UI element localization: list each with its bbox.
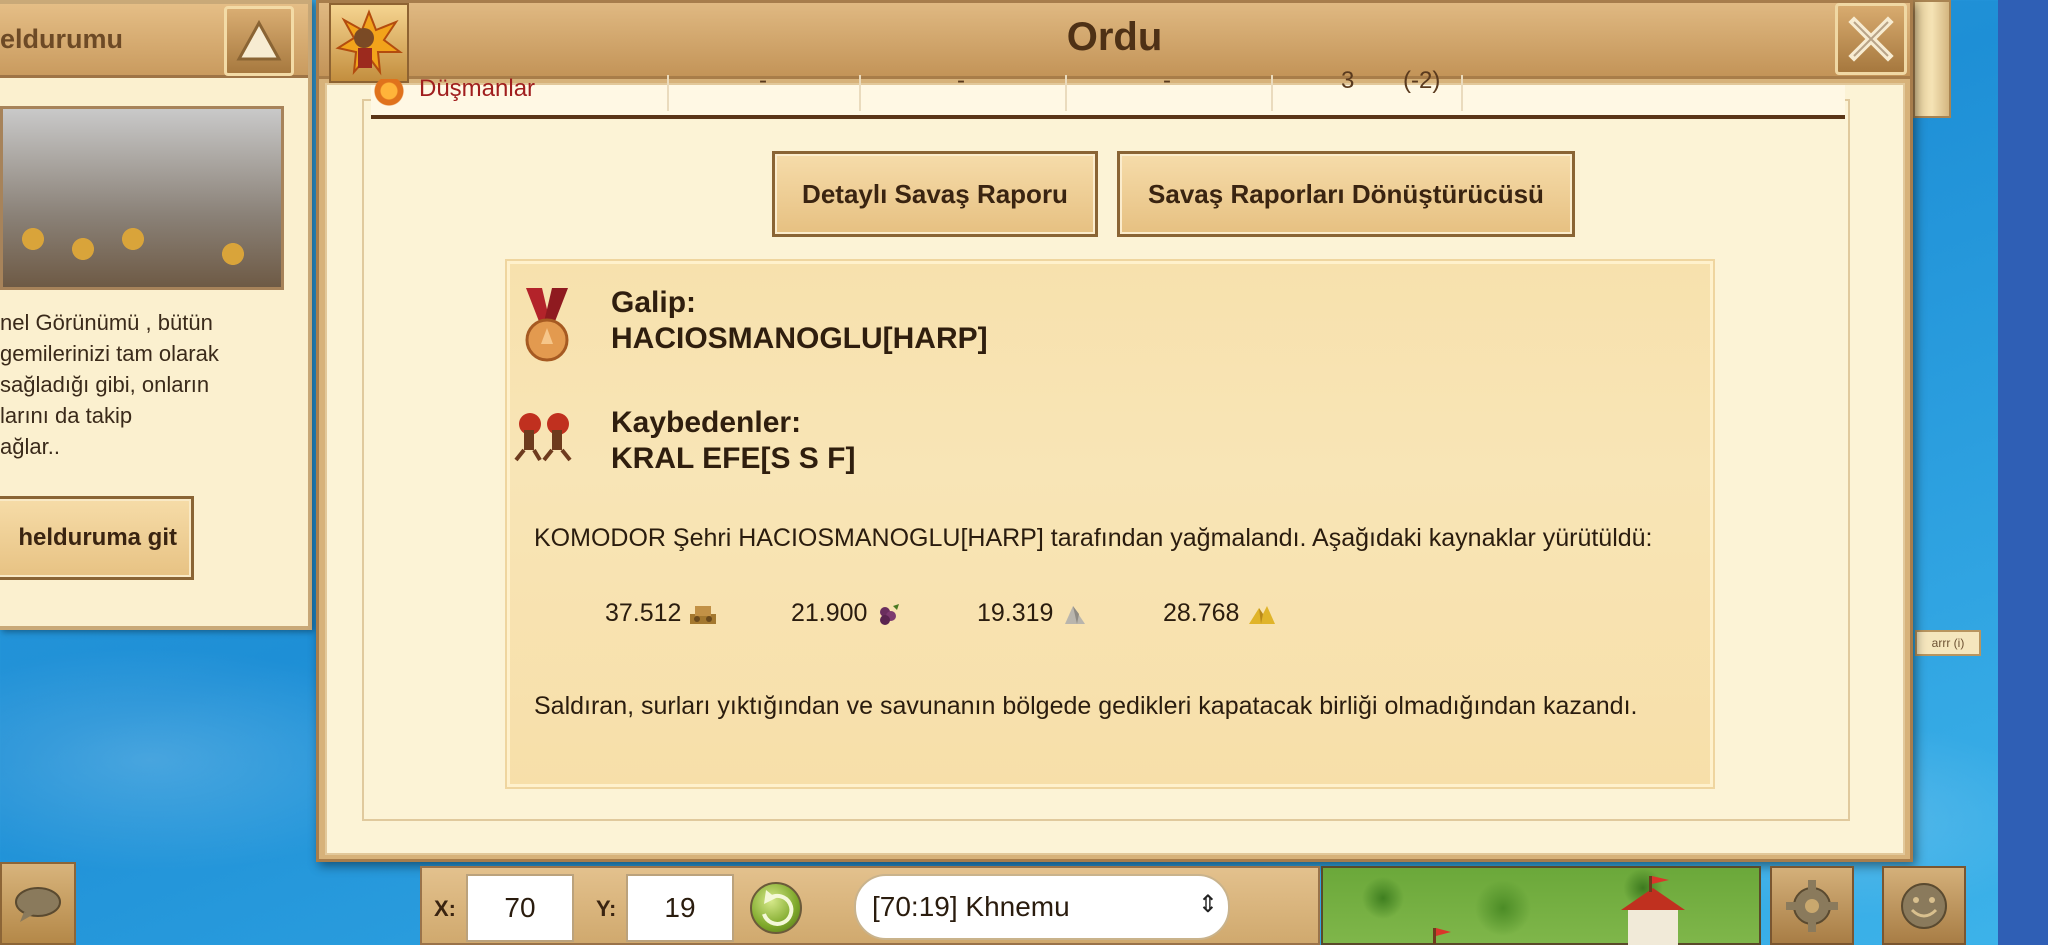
sulfur-icon xyxy=(1249,605,1276,624)
select-chevron-icon: ⇕ xyxy=(1197,891,1218,918)
speech-bubble-icon xyxy=(15,886,61,922)
city-select[interactable]: [70:19] Khnemu ⇕ xyxy=(854,874,1230,940)
right-edge-strip xyxy=(1998,0,2048,945)
left-advisor-panel: eldurumu nel Görünümü , bütün gemilerini… xyxy=(0,0,312,630)
enemy-cell: - xyxy=(1067,67,1273,111)
close-button[interactable] xyxy=(1835,3,1907,75)
battle-report-converter-button[interactable]: Savaş Raporları Dönüştürücüsü xyxy=(1117,151,1575,237)
x-coordinate-input[interactable]: 70 xyxy=(466,874,574,942)
triangle-up-icon xyxy=(236,19,282,61)
go-to-coordinates-button[interactable] xyxy=(750,882,802,934)
resource-item: 21.900 xyxy=(791,599,977,628)
world-map-thumbnail[interactable] xyxy=(1321,866,1761,945)
enemies-table-row: Düşmanlar - - - 3 (-2) xyxy=(371,67,1845,119)
gear-icon xyxy=(1786,879,1838,932)
losers-label: Kaybedenler: xyxy=(611,406,802,439)
fleeing-soldiers-icon xyxy=(514,413,572,462)
outcome-text: Saldıran, surları yıktığından ve savunan… xyxy=(534,692,1638,720)
right-scroll-decoration xyxy=(1913,0,1951,118)
left-panel-header: eldurumu xyxy=(0,4,308,78)
modal-title: Ordu xyxy=(1066,15,1163,59)
x-label: X: xyxy=(434,896,456,921)
right-tag[interactable]: arrr (i) xyxy=(1915,630,1981,656)
enemy-cell: 3 (-2) xyxy=(1273,67,1463,111)
enemy-cell: - xyxy=(861,67,1067,111)
modal-header: Ordu xyxy=(319,3,1910,83)
resource-item: 19.319 xyxy=(977,599,1163,628)
smiley-icon xyxy=(1901,882,1947,929)
y-coordinate-input[interactable]: 19 xyxy=(626,874,734,942)
medal-icon xyxy=(525,288,569,362)
left-panel-description: nel Görünümü , bütün gemilerinizi tam ol… xyxy=(0,310,219,459)
emoticon-button[interactable] xyxy=(1882,866,1966,945)
coordinate-toolbar: X: 70 Y: 19 [70:19] Khnemu ⇕ xyxy=(420,866,1320,945)
wine-icon xyxy=(880,603,900,625)
enemy-cell: - xyxy=(669,67,861,111)
marble-icon xyxy=(1065,605,1086,624)
resource-list: 37.512 21.900 19.319 28.768 xyxy=(605,599,1349,628)
battle-result-box: Galip: HACIOSMANOGLU[HARP] Kaybedenler: … xyxy=(507,261,1713,787)
close-icon xyxy=(1848,16,1894,62)
plunder-text: KOMODOR Şehri HACIOSMANOGLU[HARP] tarafı… xyxy=(534,524,1653,552)
goto-overview-button[interactable]: helduruma git xyxy=(0,496,194,580)
wood-icon xyxy=(690,605,717,624)
city-building-icon xyxy=(1433,876,1685,945)
detailed-battle-report-button[interactable]: Detaylı Savaş Raporu xyxy=(772,151,1098,237)
army-report-window: Ordu Düşmanlar - - - 3 (-2) Detaylı Sava… xyxy=(316,0,1913,862)
resource-item: 37.512 xyxy=(605,599,791,628)
y-label: Y: xyxy=(596,896,617,921)
enemies-label: Düşmanlar xyxy=(419,75,669,111)
winner-label: Galip: xyxy=(611,286,697,319)
refresh-arrow-icon xyxy=(762,890,794,926)
left-panel-title: eldurumu xyxy=(0,24,124,54)
settings-button[interactable] xyxy=(1770,866,1854,945)
resource-item: 28.768 xyxy=(1163,599,1349,628)
loser-name[interactable]: KRAL EFE[S S F] xyxy=(611,442,855,476)
enemy-icon xyxy=(371,79,407,109)
chat-button[interactable] xyxy=(0,862,76,945)
collapse-button[interactable] xyxy=(224,6,294,76)
winner-name[interactable]: HACIOSMANOGLU[HARP] xyxy=(611,322,988,356)
modal-body: Düşmanlar - - - 3 (-2) Detaylı Savaş Rap… xyxy=(325,67,1905,855)
army-illustration xyxy=(0,106,284,290)
